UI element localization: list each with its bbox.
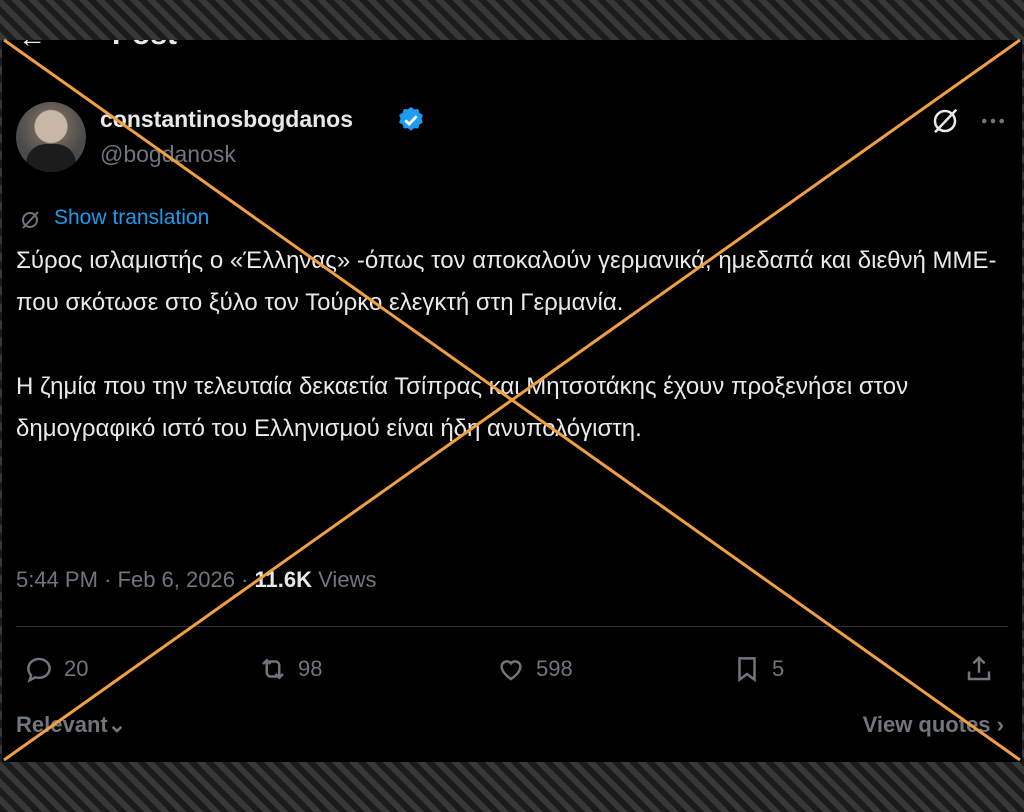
views-label: Views	[318, 567, 377, 592]
meta-separator: ·	[104, 567, 112, 592]
chevron-down-icon: ⌄	[107, 712, 127, 737]
author-handle[interactable]: @bogdanosk	[100, 141, 236, 168]
verified-badge-icon	[399, 106, 423, 131]
grok-icon[interactable]	[930, 106, 960, 136]
sort-relevant-dropdown[interactable]: Relevant⌄	[16, 712, 126, 738]
share-button[interactable]	[964, 652, 1004, 686]
reply-button[interactable]: 20	[24, 652, 88, 686]
avatar[interactable]	[16, 102, 86, 172]
repost-button[interactable]: 98	[258, 652, 322, 686]
repost-count: 98	[298, 656, 323, 681]
back-arrow-icon[interactable]: ←	[18, 40, 46, 54]
meta-separator: ·	[241, 567, 249, 592]
translate-icon	[22, 211, 39, 229]
bookmark-count: 5	[772, 656, 785, 681]
tweet-paragraph-2: Η ζημία που την τελευταία δεκαετία Τσίπρ…	[16, 373, 909, 442]
share-icon	[967, 655, 991, 681]
view-quotes-link[interactable]: View quotes ›	[863, 712, 1004, 738]
post-date[interactable]: Feb 6, 2026	[118, 567, 235, 592]
like-count: 598	[536, 656, 573, 681]
post-time[interactable]: 5:44 PM	[16, 567, 98, 592]
tweet-text: Σύρος ισλαμιστής ο «Έλληνας» -όπως τον α…	[16, 240, 1016, 450]
reply-icon	[27, 657, 51, 683]
post-frame: ← Post constantinosbogdanos @bogdanosk S…	[2, 40, 1022, 762]
views-count: 11.6K	[254, 567, 313, 592]
bookmark-button[interactable]: 5	[732, 652, 784, 686]
divider	[16, 626, 1008, 627]
heart-icon	[500, 660, 522, 681]
like-button[interactable]: 598	[496, 652, 573, 686]
page-title: Post	[112, 40, 177, 52]
chevron-right-icon: ›	[996, 712, 1004, 737]
view-quotes-label: View quotes	[862, 712, 991, 737]
bookmark-icon	[738, 657, 756, 683]
tweet-paragraph-1: Σύρος ισλαμιστής ο «Έλληνας» -όπως τον α…	[16, 247, 997, 316]
post-meta: 5:44 PM · Feb 6, 2026 · 11.6K Views	[16, 567, 376, 593]
sort-label: Relevant	[16, 712, 108, 737]
author-display-name[interactable]: constantinosbogdanos	[100, 106, 353, 133]
more-options-icon[interactable]	[978, 106, 1008, 136]
show-translation-link[interactable]: Show translation	[54, 206, 209, 230]
repost-icon	[262, 658, 284, 680]
reply-count: 20	[64, 656, 89, 681]
